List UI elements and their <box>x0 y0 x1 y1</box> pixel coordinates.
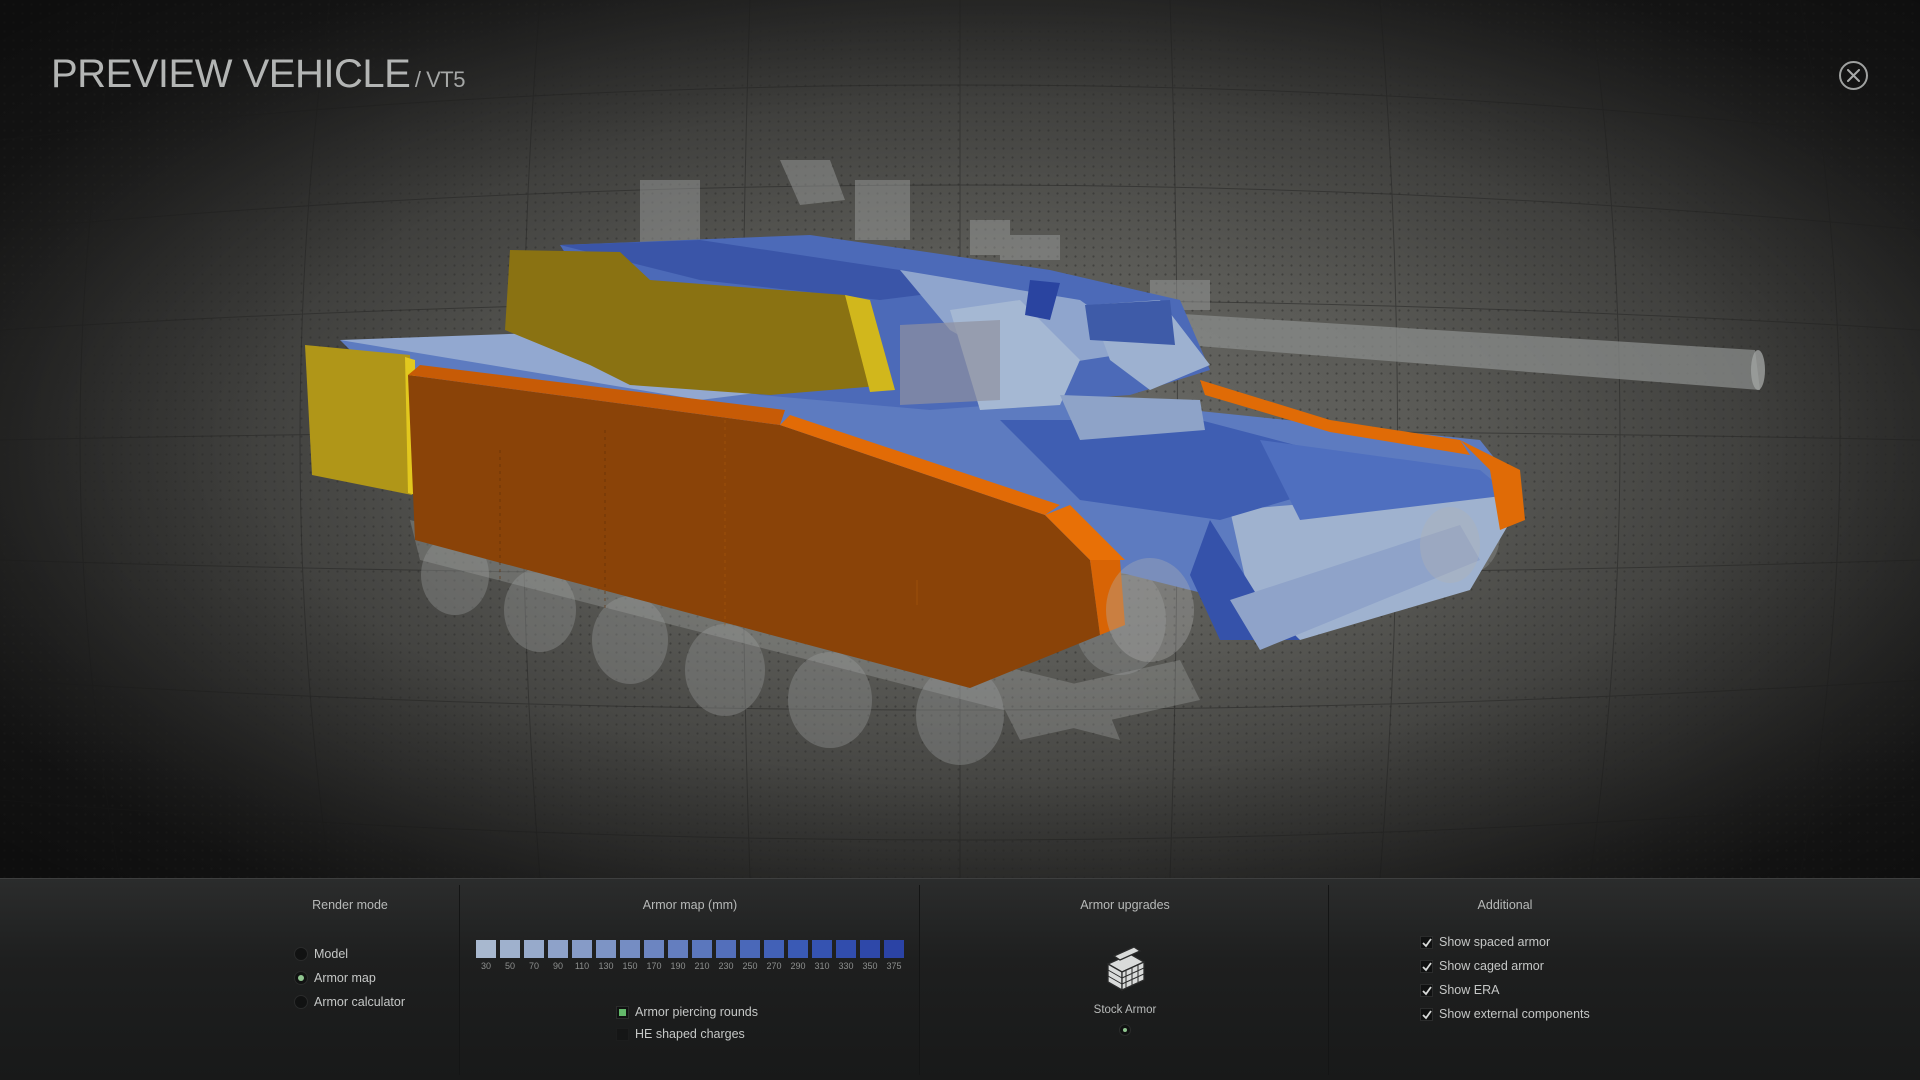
armor-scale-label: 50 <box>504 961 515 971</box>
checkbox-label: Show caged armor <box>1439 959 1544 973</box>
checkbox-checked <box>1420 935 1433 949</box>
armor-scale-label: 90 <box>552 961 563 971</box>
checkmark-icon <box>1422 937 1432 947</box>
show-caged-armor-checkbox[interactable]: Show caged armor <box>1420 957 1544 975</box>
tank-armor-model[interactable] <box>0 0 1920 878</box>
render-mode-label: Armor calculator <box>314 995 405 1009</box>
armor-upgrades-title: Armor upgrades <box>1080 898 1170 912</box>
armor-scale-label: 210 <box>694 961 710 971</box>
render-mode-armor-map-radio[interactable]: Armor map <box>294 969 376 987</box>
he-shaped-charges-toggle[interactable]: HE shaped charges <box>616 1025 745 1043</box>
armor-scale-label: 230 <box>718 961 734 971</box>
ammo-type-label: Armor piercing rounds <box>635 1005 758 1019</box>
render-mode-model-radio[interactable]: Model <box>294 945 348 963</box>
armor-scale-swatch <box>884 940 904 958</box>
vehicle-viewport[interactable]: PREVIEW VEHICLE / VT5 <box>0 0 1920 878</box>
armor-scale-label: 130 <box>598 961 614 971</box>
toggle-indicator-selected <box>616 1005 629 1019</box>
additional-title: Additional <box>1477 898 1533 912</box>
armor-scale-swatch <box>572 940 592 958</box>
additional-section: Additional <box>1330 879 1680 1080</box>
armor-scale-label: 30 <box>480 961 491 971</box>
armor-plates-icon <box>1106 946 1146 992</box>
armor-piercing-rounds-toggle[interactable]: Armor piercing rounds <box>616 1003 758 1021</box>
toggle-indicator <box>616 1027 629 1041</box>
armor-map-title: Armor map (mm) <box>642 898 738 912</box>
armor-scale-label: 350 <box>862 961 878 971</box>
armor-scale-label: 375 <box>886 961 902 971</box>
armor-scale-swatch <box>860 940 880 958</box>
checkbox-label: Show ERA <box>1439 983 1500 997</box>
armor-scale-label: 70 <box>528 961 539 971</box>
armor-scale-swatch <box>836 940 856 958</box>
armor-scale-label: 170 <box>646 961 662 971</box>
radio-indicator <box>294 947 308 961</box>
render-mode-label: Armor map <box>314 971 376 985</box>
armor-scale-swatch <box>788 940 808 958</box>
armor-map-section: Armor map (mm) <box>460 879 920 1080</box>
radio-indicator-selected <box>294 971 308 985</box>
radio-indicator <box>294 995 308 1009</box>
armor-scale-label: 150 <box>622 961 638 971</box>
armor-scale-swatch <box>524 940 544 958</box>
ammo-type-label: HE shaped charges <box>635 1027 745 1041</box>
armor-scale-swatch <box>620 940 640 958</box>
page-title: PREVIEW VEHICLE / VT5 <box>51 52 465 97</box>
checkbox-checked <box>1420 1007 1433 1021</box>
armor-scale-swatch <box>692 940 712 958</box>
checkmark-icon <box>1422 961 1432 971</box>
title-vehicle-name: / VT5 <box>414 67 466 92</box>
bottom-panel: Render mode Armor map (mm) Armor upgrade… <box>0 878 1920 1080</box>
upgrade-label: Stock Armor <box>1093 1004 1157 1016</box>
upgrade-selected-indicator[interactable] <box>1119 1024 1131 1036</box>
checkmark-icon <box>1422 985 1432 995</box>
render-mode-title: Render mode <box>312 898 388 912</box>
stock-armor-upgrade[interactable]: Stock Armor <box>1090 942 1160 1036</box>
armor-scale-swatch <box>476 940 496 958</box>
armor-scale-swatch <box>764 940 784 958</box>
show-spaced-armor-checkbox[interactable]: Show spaced armor <box>1420 933 1550 951</box>
checkbox-label: Show spaced armor <box>1439 935 1551 949</box>
armor-scale-label: 310 <box>814 961 830 971</box>
title-main: PREVIEW VEHICLE <box>51 52 411 96</box>
checkmark-icon <box>1422 1009 1432 1019</box>
show-external-components-checkbox[interactable]: Show external components <box>1420 1005 1590 1023</box>
checkbox-checked <box>1420 983 1433 997</box>
armor-scale-label: 330 <box>838 961 854 971</box>
armor-scale-swatch <box>596 940 616 958</box>
show-era-checkbox[interactable]: Show ERA <box>1420 981 1499 999</box>
divider <box>1328 885 1329 1075</box>
armor-scale-swatch <box>716 940 736 958</box>
armor-scale-swatch <box>500 940 520 958</box>
armor-scale-swatch <box>548 940 568 958</box>
armor-scale-label: 270 <box>766 961 782 971</box>
render-mode-armor-calculator-radio[interactable]: Armor calculator <box>294 993 405 1011</box>
armor-scale-label: 290 <box>790 961 806 971</box>
armor-scale-label: 190 <box>670 961 686 971</box>
checkbox-checked <box>1420 959 1433 973</box>
render-mode-label: Model <box>314 947 349 961</box>
checkbox-label: Show external components <box>1439 1007 1590 1021</box>
armor-scale-swatch <box>644 940 664 958</box>
armor-scale-swatch <box>740 940 760 958</box>
close-icon <box>1847 69 1860 82</box>
armor-scale-swatch <box>812 940 832 958</box>
armor-scale-swatch <box>668 940 688 958</box>
close-button[interactable] <box>1839 61 1868 90</box>
armor-scale-label: 250 <box>742 961 758 971</box>
armor-scale-label: 110 <box>574 961 590 971</box>
